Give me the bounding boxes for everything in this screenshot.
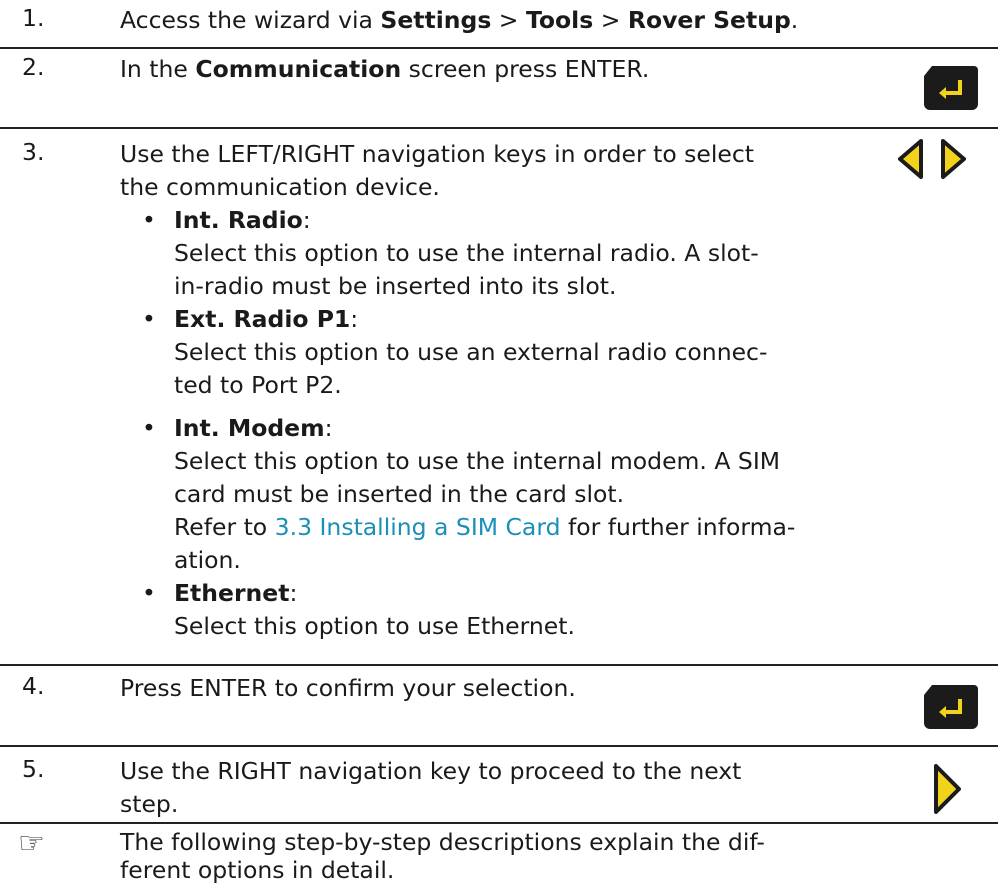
step-number: 4. (22, 672, 45, 700)
step-text: Press ENTER to confirm your selection. (120, 674, 576, 702)
screen-name-communication: Communication (195, 55, 402, 83)
divider (0, 127, 998, 129)
left-arrow-key-icon (898, 139, 923, 179)
option-name: Ethernet (174, 579, 290, 607)
enter-key-icon (924, 66, 978, 110)
bullet: • (142, 579, 156, 607)
option-int-radio: • Int. Radio: Select this option to use … (142, 206, 759, 300)
divider (0, 745, 998, 747)
menu-path-tools: Tools (525, 6, 594, 34)
option-ethernet: • Ethernet: Select this option to use Et… (142, 579, 575, 640)
step-number: 1. (22, 4, 45, 32)
bullet: • (142, 414, 156, 442)
step-text: Use the LEFT/RIGHT navigation keys in or… (120, 138, 860, 643)
divider (0, 47, 998, 49)
divider (0, 664, 998, 666)
step-number: 5. (22, 755, 45, 783)
menu-path-settings: Settings (380, 6, 492, 34)
step-text: In the Communication screen press ENTER. (120, 55, 650, 83)
step-text: Use the RIGHT navigation key to proceed … (120, 757, 742, 818)
option-name: Int. Modem (174, 414, 325, 442)
bullet: • (142, 305, 156, 333)
sim-card-link[interactable]: 3.3 Installing a SIM Card (275, 513, 561, 541)
note-text: The following step-by-step descriptions … (120, 828, 765, 884)
right-arrow-key-icon (941, 139, 966, 179)
option-name: Int. Radio (174, 206, 303, 234)
pointing-hand-icon: ☞ (18, 826, 45, 861)
menu-path-rover-setup: Rover Setup (627, 6, 791, 34)
divider (0, 822, 998, 824)
option-ext-radio-p1: • Ext. Radio P1: Select this option to u… (142, 305, 768, 399)
step-text: Access the wizard via Settings > Tools >… (120, 6, 799, 34)
option-int-modem: • Int. Modem: Select this option to use … (142, 414, 796, 574)
right-arrow-key-icon (934, 764, 961, 814)
enter-key-icon (924, 685, 978, 729)
step-number: 2. (22, 53, 45, 81)
step-number: 3. (22, 138, 45, 166)
option-name: Ext. Radio P1 (174, 305, 351, 333)
bullet: • (142, 206, 156, 234)
